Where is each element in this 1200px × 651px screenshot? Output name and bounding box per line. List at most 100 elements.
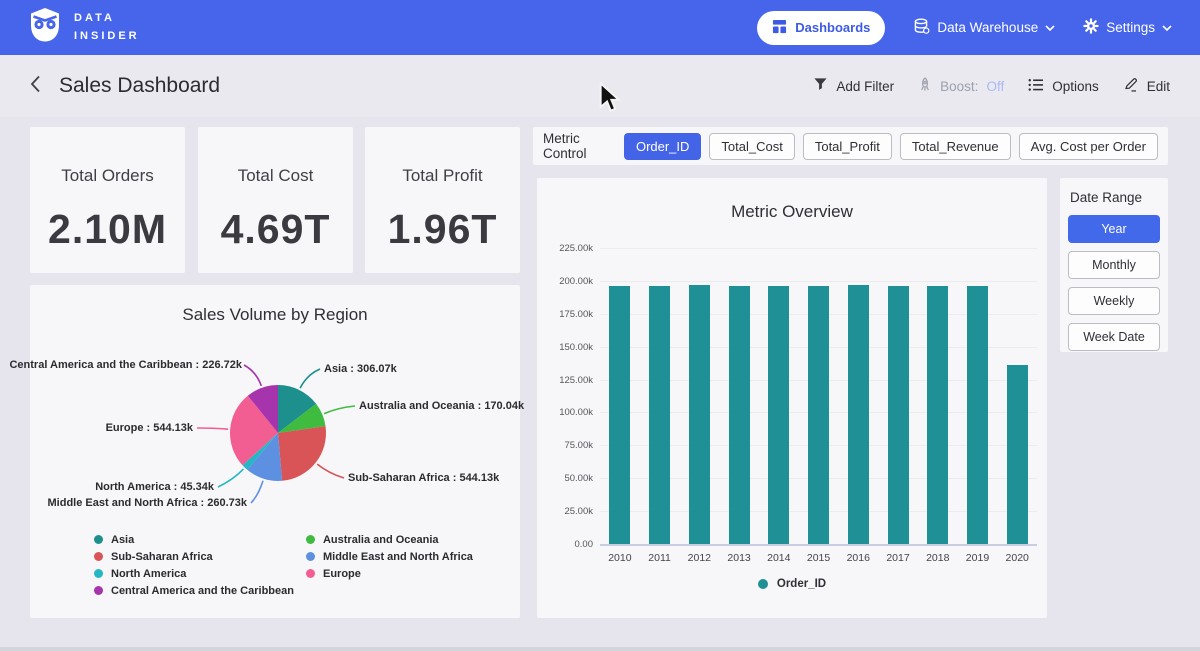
edit-button[interactable]: Edit [1123, 77, 1170, 96]
x-axis-baseline [600, 544, 1037, 546]
pie-label-connector [317, 464, 344, 478]
bar[interactable] [808, 286, 829, 544]
add-filter-label: Add Filter [836, 79, 894, 94]
bottom-edge [0, 647, 1200, 651]
boost-toggle[interactable]: Boost: Off [918, 77, 1004, 96]
pie-label-connector [244, 365, 261, 386]
bar-column [799, 286, 839, 544]
metric-control-label: Metric Control [543, 131, 610, 161]
pie-legend-item[interactable]: Central America and the Caribbean [94, 582, 294, 599]
pie-slice-label: Middle East and North Africa : 260.73k [48, 497, 247, 509]
x-axis-tick-label: 2020 [997, 552, 1037, 564]
legend-label: Central America and the Caribbean [111, 585, 294, 597]
x-axis-tick-label: 2019 [958, 552, 998, 564]
date-range-panel: Date Range YearMonthlyWeeklyWeek Date [1060, 178, 1168, 352]
brand-line1: DATA [74, 10, 140, 27]
settings-label: Settings [1106, 20, 1155, 35]
edit-label: Edit [1147, 79, 1170, 94]
date-range-option[interactable]: Monthly [1068, 251, 1160, 279]
settings-menu[interactable]: Settings [1083, 18, 1172, 37]
bar-chart-card: Metric Overview 201020112012201320142015… [537, 178, 1047, 618]
bar[interactable] [1007, 365, 1028, 544]
kpi-card-total-profit: Total Profit 1.96T [365, 127, 520, 273]
bar[interactable] [768, 286, 789, 544]
bar[interactable] [689, 285, 710, 544]
pie-legend: AsiaSub-Saharan AfricaNorth America Centr… [94, 531, 473, 599]
bar[interactable] [609, 286, 630, 544]
pie-legend-item[interactable]: Europe [306, 565, 473, 582]
brand-text: DATA INSIDER [74, 10, 140, 44]
metric-chip[interactable]: Total_Revenue [900, 133, 1011, 160]
brand-line2: INSIDER [74, 28, 140, 45]
owl-logo-icon [28, 7, 62, 48]
bars-row [600, 248, 1037, 544]
pie-label-connector [300, 369, 320, 388]
data-warehouse-label: Data Warehouse [937, 20, 1038, 35]
pie-legend-item[interactable]: Middle East and North Africa [306, 548, 473, 565]
page-title: Sales Dashboard [59, 74, 220, 98]
legend-dot [306, 552, 315, 561]
y-axis-tick-label: 150.00k [541, 342, 593, 353]
legend-dot [94, 586, 103, 595]
x-axis-tick-label: 2016 [838, 552, 878, 564]
bar[interactable] [729, 286, 750, 544]
pie-legend-item[interactable]: Asia [94, 531, 294, 548]
x-axis-tick-label: 2012 [679, 552, 719, 564]
add-filter-button[interactable]: Add Filter [813, 77, 894, 95]
bar-column [878, 286, 918, 544]
bar-legend-label: Order_ID [777, 578, 826, 590]
bar[interactable] [927, 286, 948, 544]
y-axis-tick-label: 0.00 [541, 539, 593, 550]
metric-chip[interactable]: Total_Cost [709, 133, 794, 160]
metric-chip[interactable]: Order_ID [624, 133, 701, 160]
pie-legend-item[interactable]: Australia and Oceania [306, 531, 473, 548]
back-button[interactable] [30, 75, 41, 98]
bar-column [918, 286, 958, 544]
pie-legend-item[interactable]: Sub-Saharan Africa [94, 548, 294, 565]
date-range-option[interactable]: Year [1068, 215, 1160, 243]
pie-legend-item[interactable]: North America [94, 565, 294, 582]
legend-dot [306, 535, 315, 544]
legend-dot [94, 535, 103, 544]
y-axis-tick-label: 50.00k [541, 473, 593, 484]
boost-state: Off [986, 79, 1004, 94]
legend-dot [94, 569, 103, 578]
date-range-option[interactable]: Week Date [1068, 323, 1160, 351]
bar[interactable] [967, 286, 988, 544]
x-axis-tick-label: 2014 [759, 552, 799, 564]
x-axis-tick-label: 2013 [719, 552, 759, 564]
pie-label-connector [324, 406, 355, 414]
kpi-value: 2.10M [30, 206, 185, 253]
legend-dot [306, 569, 315, 578]
bar-column [759, 286, 799, 544]
bar[interactable] [888, 286, 909, 544]
dashboards-button[interactable]: Dashboards [757, 11, 885, 45]
chevron-down-icon [1045, 20, 1055, 35]
gear-icon [1083, 18, 1099, 37]
bar-column [679, 285, 719, 544]
pie-slice-label: Sub-Saharan Africa : 544.13k [348, 472, 499, 484]
metric-chip[interactable]: Avg. Cost per Order [1019, 133, 1158, 160]
metric-chip[interactable]: Total_Profit [803, 133, 892, 160]
legend-label: Middle East and North Africa [323, 551, 473, 563]
y-axis-tick-label: 125.00k [541, 375, 593, 386]
bar-column [600, 286, 640, 544]
bar[interactable] [649, 286, 670, 544]
date-range-option[interactable]: Weekly [1068, 287, 1160, 315]
bar-column [997, 365, 1037, 544]
date-range-options: Year Monthly Weekly Week Date [1068, 215, 1160, 351]
kpi-value: 1.96T [365, 206, 520, 253]
pie-slice-label: Australia and Oceania : 170.04k [359, 400, 524, 412]
pie-slice[interactable] [278, 426, 326, 481]
subheader-actions: Add Filter Boost: Off [813, 77, 1170, 96]
rocket-icon [918, 77, 932, 96]
kpi-card-total-cost: Total Cost 4.69T [198, 127, 353, 273]
options-label: Options [1052, 79, 1099, 94]
bar[interactable] [848, 285, 869, 544]
database-icon [913, 18, 930, 38]
metric-chip-list: Order_ID Total_Cost Total_Profit Total_Reve… [624, 133, 1158, 160]
x-axis-tick-label: 2017 [878, 552, 918, 564]
options-button[interactable]: Options [1028, 78, 1099, 95]
bar-x-axis-labels: 2010201120122013201420152016201720182019… [600, 552, 1037, 564]
data-warehouse-menu[interactable]: Data Warehouse [913, 18, 1055, 38]
